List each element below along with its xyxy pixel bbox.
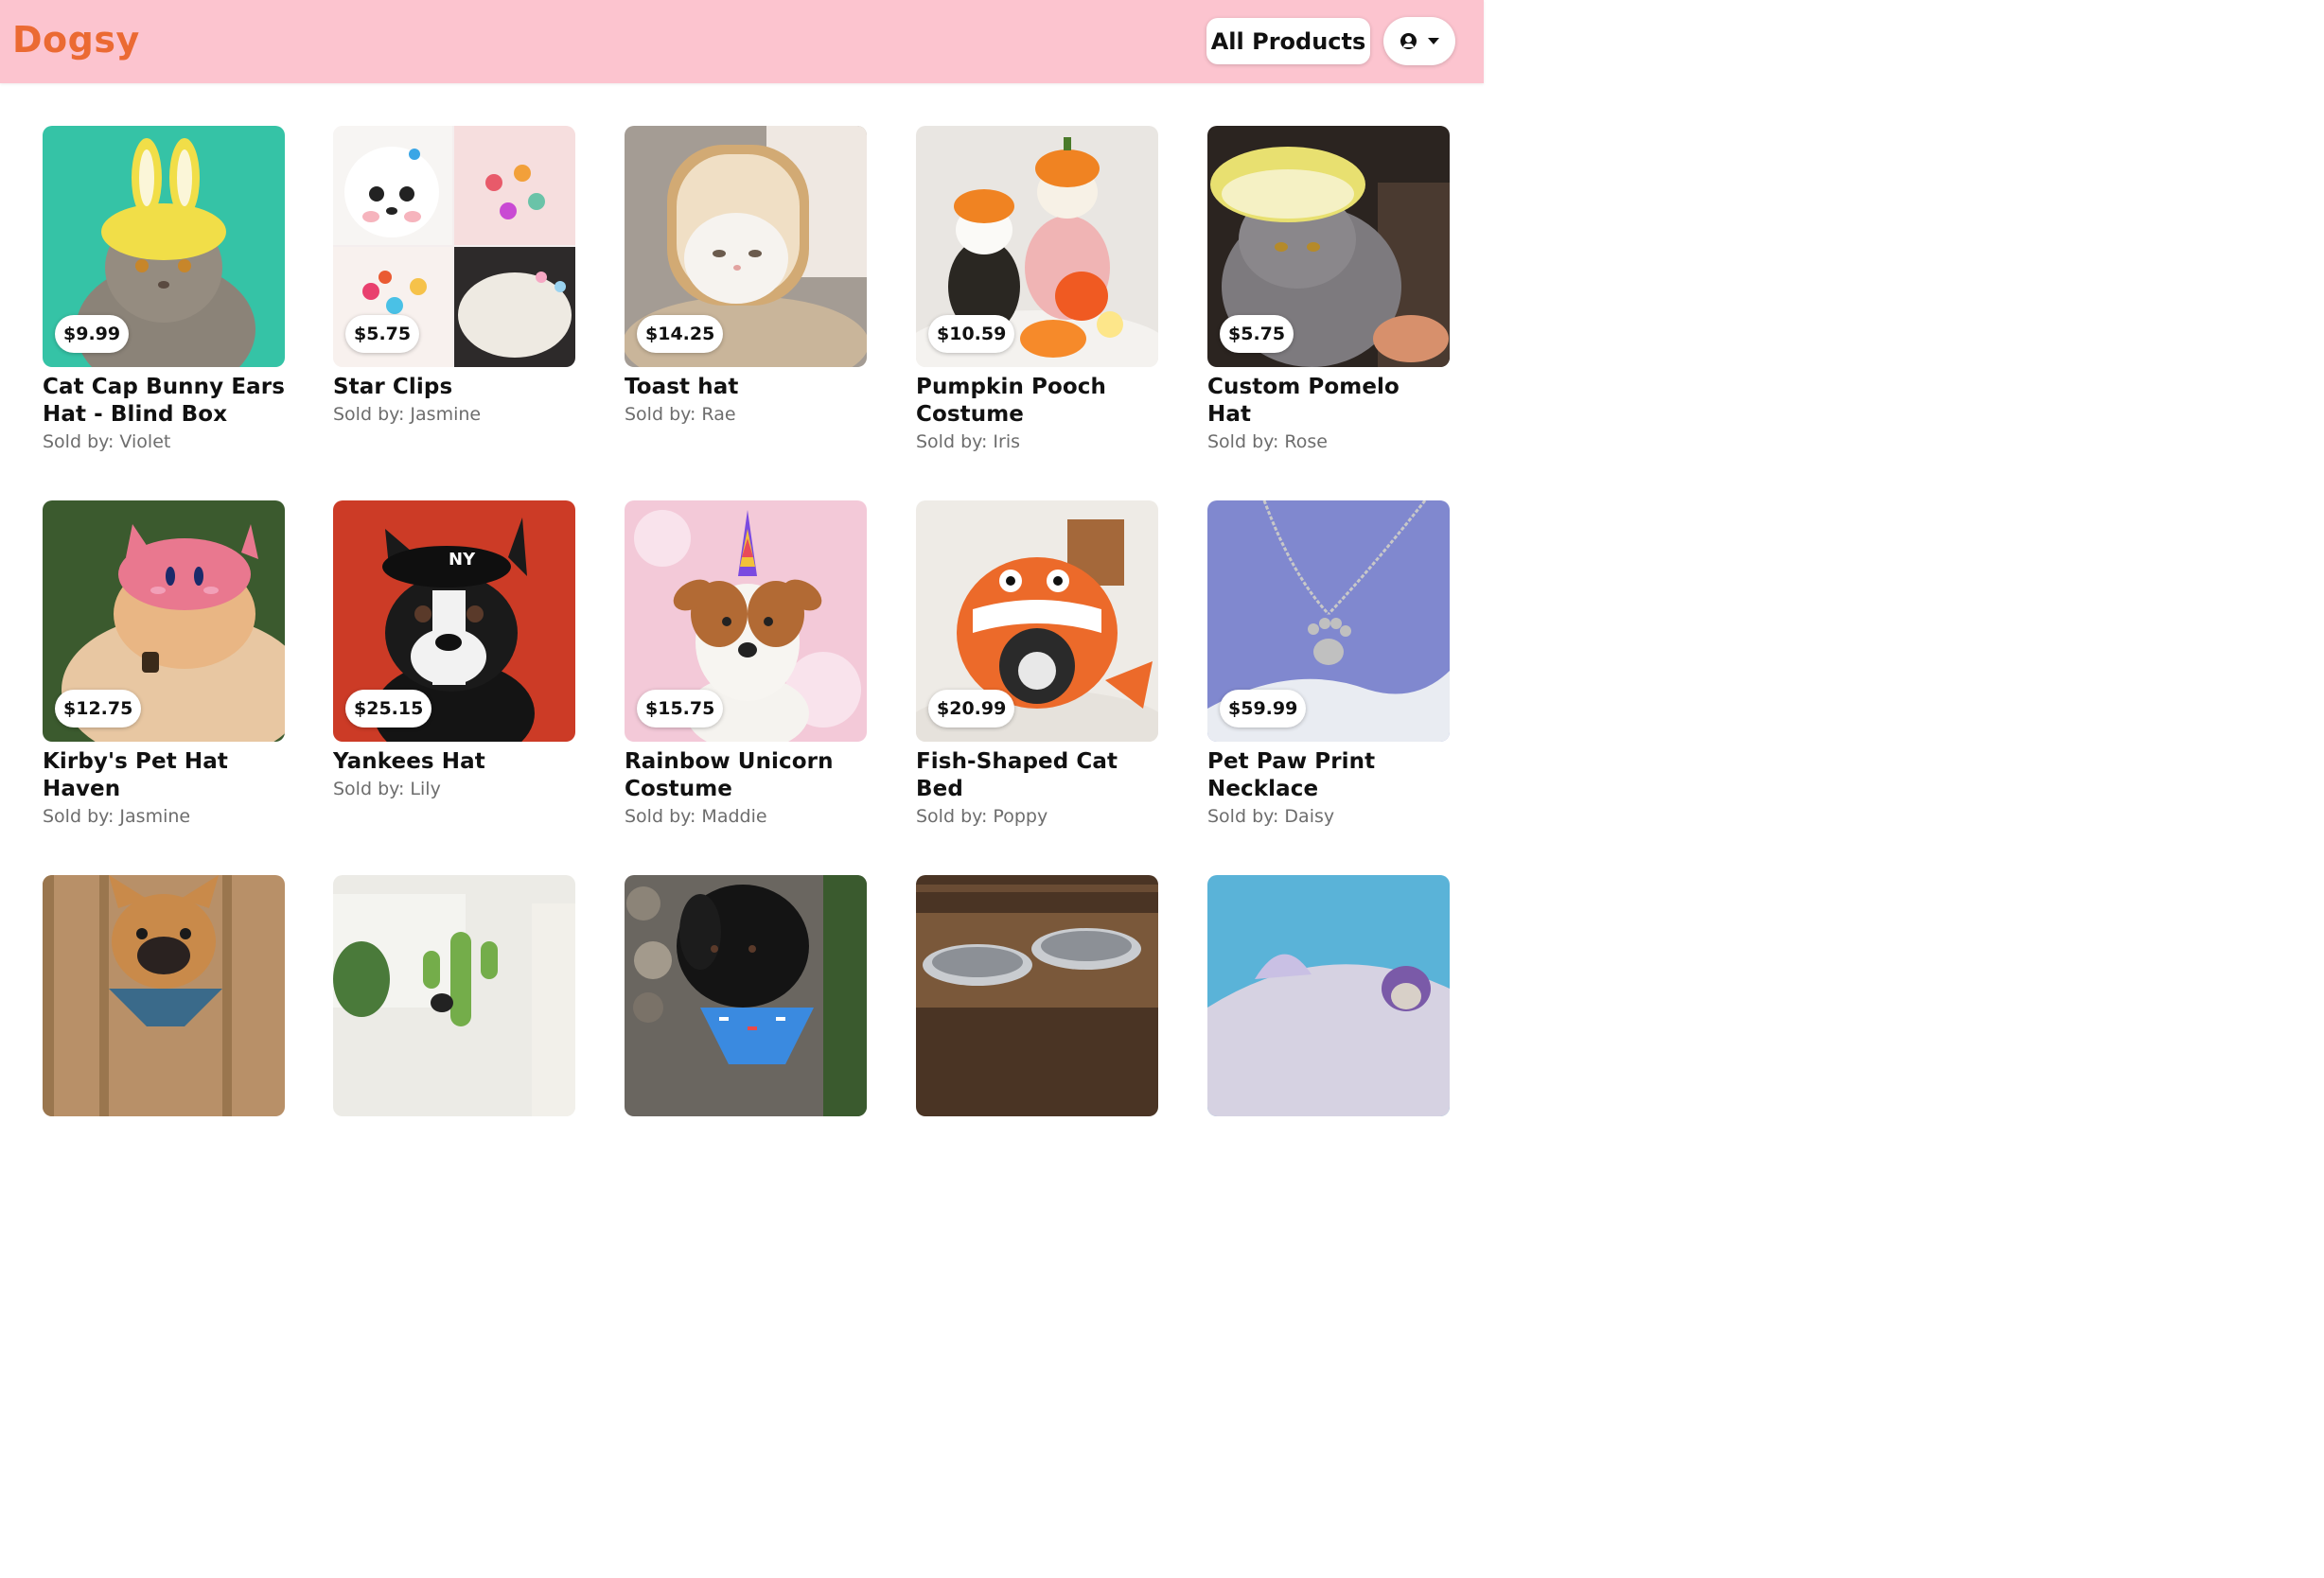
product-title[interactable]: Fish-Shaped Cat Bed (916, 748, 1158, 803)
product-card[interactable]: $59.99 Pet Paw Print Necklace Sold by: D… (1207, 500, 1450, 831)
product-card[interactable] (1207, 875, 1450, 1116)
price-badge: $20.99 (928, 690, 1015, 728)
product-seller: Sold by: Jasmine (43, 806, 191, 827)
product-card[interactable]: $9.99 Cat Cap Bunny Ears Hat - Blind Box… (43, 126, 285, 456)
user-menu-button[interactable] (1383, 17, 1455, 65)
product-card[interactable]: $10.59 Pumpkin Pooch Costume Sold by: Ir… (916, 126, 1158, 456)
product-image[interactable]: $5.75 (1207, 126, 1450, 367)
product-seller: Sold by: Maddie (625, 806, 767, 827)
product-title[interactable]: Toast hat (625, 374, 867, 401)
price-badge: $5.75 (345, 315, 420, 353)
product-image[interactable] (916, 875, 1158, 1116)
product-image[interactable]: $10.59 (916, 126, 1158, 367)
product-image[interactable] (43, 875, 285, 1116)
product-card[interactable]: $5.75 Star Clips Sold by: Jasmine (333, 126, 575, 429)
caret-down-icon (1427, 38, 1439, 44)
product-seller: Sold by: Poppy (916, 806, 1048, 827)
product-image[interactable]: $20.99 (916, 500, 1158, 742)
brand-logo[interactable]: Dogsy (12, 19, 140, 61)
product-seller: Sold by: Iris (916, 431, 1021, 452)
product-image[interactable] (1207, 875, 1450, 1116)
product-title[interactable]: Yankees Hat (333, 748, 575, 776)
top-navbar: Dogsy All Products (0, 0, 1484, 83)
product-card[interactable] (625, 875, 867, 1116)
all-products-button[interactable]: All Products (1206, 18, 1370, 64)
product-photo (43, 875, 285, 1116)
product-image[interactable]: $5.75 (333, 126, 575, 367)
product-title[interactable]: Cat Cap Bunny Ears Hat - Blind Box (43, 374, 285, 429)
product-card[interactable]: $20.99 Fish-Shaped Cat Bed Sold by: Popp… (916, 500, 1158, 831)
product-image[interactable]: $14.25 (625, 126, 867, 367)
product-seller: Sold by: Jasmine (333, 404, 482, 425)
price-badge: $15.75 (637, 690, 724, 728)
product-image[interactable]: NY $25.15 (333, 500, 575, 742)
product-seller: Sold by: Rae (625, 404, 736, 425)
product-card[interactable] (333, 875, 575, 1116)
price-badge: $10.59 (928, 315, 1015, 353)
user-circle-icon (1400, 33, 1417, 49)
product-title[interactable]: Star Clips (333, 374, 575, 401)
price-badge: $9.99 (55, 315, 130, 353)
price-badge: $12.75 (55, 690, 142, 728)
product-seller: Sold by: Violet (43, 431, 171, 452)
product-image[interactable]: $59.99 (1207, 500, 1450, 742)
product-card[interactable]: $5.75 Custom Pomelo Hat Sold by: Rose (1207, 126, 1450, 456)
svg-text:NY: NY (449, 550, 476, 570)
price-badge: $59.99 (1220, 690, 1307, 728)
product-photo (1207, 875, 1450, 1116)
product-photo (333, 875, 575, 1116)
product-card[interactable] (916, 875, 1158, 1116)
product-card[interactable]: $12.75 Kirby's Pet Hat Haven Sold by: Ja… (43, 500, 285, 831)
product-seller: Sold by: Daisy (1207, 806, 1335, 827)
price-badge: $25.15 (345, 690, 432, 728)
product-seller: Sold by: Lily (333, 779, 441, 799)
product-card[interactable]: $14.25 Toast hat Sold by: Rae (625, 126, 867, 429)
price-badge: $5.75 (1220, 315, 1294, 353)
product-title[interactable]: Pet Paw Print Necklace (1207, 748, 1450, 803)
product-image[interactable]: $15.75 (625, 500, 867, 742)
price-badge: $14.25 (637, 315, 724, 353)
product-image[interactable] (625, 875, 867, 1116)
product-card[interactable]: $15.75 Rainbow Unicorn Costume Sold by: … (625, 500, 867, 831)
product-card[interactable]: NY $25.15 Yankees Hat Sold by: Lily (333, 500, 575, 803)
product-card[interactable] (43, 875, 285, 1116)
product-seller: Sold by: Rose (1207, 431, 1328, 452)
product-title[interactable]: Pumpkin Pooch Costume (916, 374, 1158, 429)
product-title[interactable]: Kirby's Pet Hat Haven (43, 748, 285, 803)
product-title[interactable]: Rainbow Unicorn Costume (625, 748, 867, 803)
product-photo (625, 875, 867, 1116)
product-title[interactable]: Custom Pomelo Hat (1207, 374, 1450, 429)
product-image[interactable]: $12.75 (43, 500, 285, 742)
product-photo (916, 875, 1158, 1116)
product-image[interactable]: $9.99 (43, 126, 285, 367)
product-image[interactable] (333, 875, 575, 1116)
